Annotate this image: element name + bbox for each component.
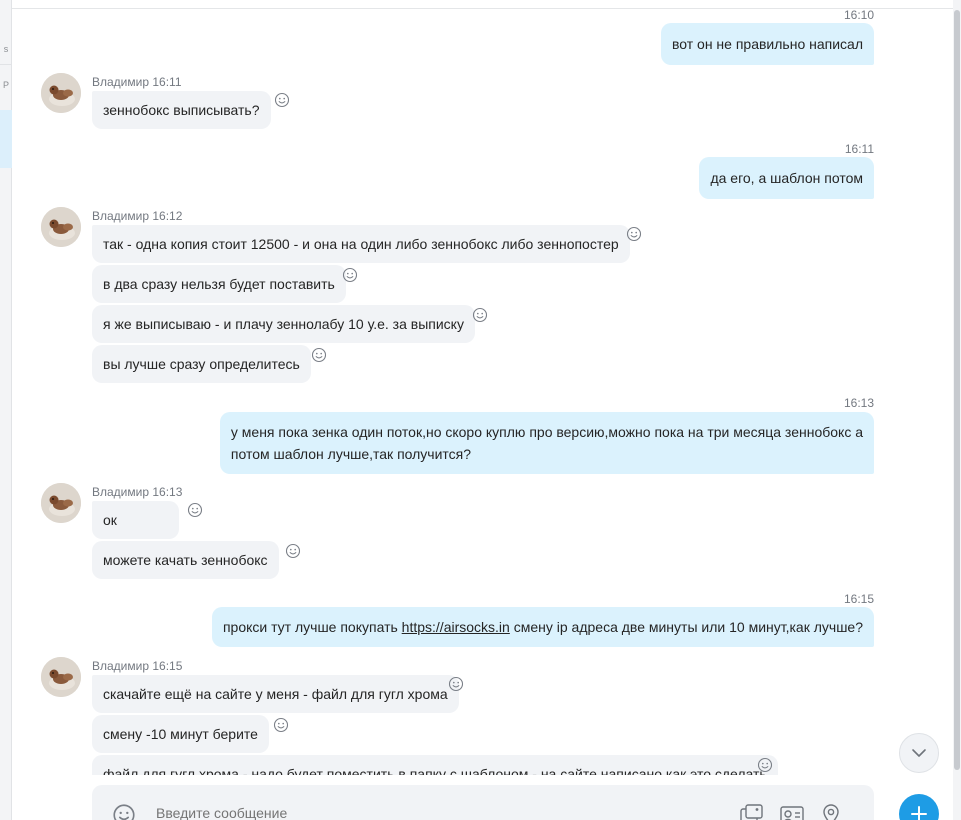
message-sender-line: Владимир 16:13: [92, 485, 182, 499]
message-sender-line: Владимир 16:15: [92, 659, 182, 673]
message-text-part: смену ip адреса две минуты или 10 минут,…: [509, 619, 863, 635]
incoming-message[interactable]: ок: [92, 501, 179, 539]
outgoing-message[interactable]: вот он не правильно написал: [660, 23, 874, 65]
message-timestamp: 16:13: [843, 396, 874, 410]
incoming-message[interactable]: зеннобокс выписывать?: [92, 91, 271, 129]
sender-name: Владимир: [92, 209, 150, 223]
sender-name: Владимир: [92, 485, 150, 499]
message-text: скачайте ещё на сайте у меня - файл для …: [103, 686, 448, 702]
scroll-to-bottom-button[interactable]: [899, 733, 939, 773]
sidebar-partial-text: s: [3, 44, 9, 54]
sidebar-divider: [0, 64, 12, 65]
avatar[interactable]: [41, 207, 81, 247]
contact-avatar-icon: [41, 657, 81, 697]
message-timestamp: 16:10: [843, 8, 874, 22]
message-text-line-1: у меня пока зенка один поток,но скоро ку…: [230, 424, 863, 440]
smile-icon[interactable]: [448, 676, 464, 692]
chevron-down-icon: [912, 749, 926, 757]
message-timestamp: 16:12: [152, 209, 183, 223]
plus-icon: [911, 806, 927, 820]
message-text: да его, а шаблон потом: [710, 170, 863, 186]
contacts-sidebar-edge: s P: [0, 0, 12, 820]
message-timestamp: 16:15: [843, 592, 874, 606]
message-text: смену -10 минут берите: [103, 726, 258, 742]
outgoing-message[interactable]: да его, а шаблон потом: [699, 157, 874, 199]
message-text: можете качать зеннобокс: [103, 552, 268, 568]
message-text: прокси тут лучше покупать https://airsoc…: [223, 616, 863, 638]
message-text: так - одна копия стоит 12500 - и она на …: [103, 236, 619, 252]
message-timestamp: 16:13: [152, 485, 183, 499]
sidebar-selected-item[interactable]: [0, 110, 12, 168]
message-text: в два сразу нельзя будет поставить: [103, 276, 335, 292]
message-text: вы лучше сразу определитесь: [103, 356, 300, 372]
message-input[interactable]: [156, 805, 716, 820]
smile-icon[interactable]: [342, 267, 358, 283]
message-composer[interactable]: [92, 785, 874, 820]
outgoing-message[interactable]: у меня пока зенка один поток,но скоро ку…: [219, 412, 874, 474]
chat-scrollbar[interactable]: [953, 0, 961, 820]
message-text-part: прокси тут лучше покупать: [222, 619, 402, 635]
contact-avatar-icon: [41, 73, 81, 113]
message-text: файл для гугл хрома - надо будет помести…: [103, 766, 767, 775]
sender-name: Владимир: [92, 75, 150, 89]
add-button[interactable]: [899, 794, 939, 820]
media-gallery-icon[interactable]: [738, 803, 764, 820]
incoming-message[interactable]: можете качать зеннобокс: [92, 541, 279, 579]
smile-icon[interactable]: [472, 307, 488, 323]
incoming-message[interactable]: я же выписываю - и плачу зеннолабу 10 у.…: [92, 305, 475, 343]
message-text: ок: [103, 512, 117, 528]
message-text: я же выписываю - и плачу зеннолабу 10 у.…: [103, 316, 464, 332]
incoming-message[interactable]: так - одна копия стоит 12500 - и она на …: [92, 225, 630, 263]
smile-icon[interactable]: [274, 92, 290, 108]
smile-icon[interactable]: [285, 543, 301, 559]
message-timestamp: 16:11: [152, 75, 182, 89]
message-sender-line: Владимир 16:12: [92, 209, 182, 223]
smile-icon[interactable]: [626, 226, 642, 242]
avatar[interactable]: [41, 483, 81, 523]
message-text: вот он не правильно написал: [671, 36, 863, 52]
smile-icon[interactable]: [757, 757, 773, 773]
smile-icon[interactable]: [187, 502, 203, 518]
message-timestamp: 16:11: [844, 142, 874, 156]
contact-card-icon[interactable]: [779, 803, 805, 820]
outgoing-message[interactable]: прокси тут лучше покупать https://airsoc…: [211, 607, 874, 647]
smile-icon[interactable]: [311, 347, 327, 363]
chat-message-list[interactable]: 16:10 вот он не правильно написал Владим…: [12, 0, 953, 775]
message-text-line-2: потом шаблон лучше,так получится?: [230, 446, 472, 462]
message-timestamp: 16:15: [152, 659, 183, 673]
avatar[interactable]: [41, 657, 81, 697]
contact-avatar-icon: [41, 207, 81, 247]
smile-icon[interactable]: [273, 717, 289, 733]
location-pin-icon[interactable]: [820, 803, 842, 820]
sender-name: Владимир: [92, 659, 150, 673]
incoming-message[interactable]: вы лучше сразу определитесь: [92, 345, 311, 383]
incoming-message[interactable]: смену -10 минут берите: [92, 715, 269, 753]
sidebar-partial-icon: P: [2, 80, 9, 90]
scrollbar-thumb[interactable]: [954, 10, 960, 770]
contact-avatar-icon: [41, 483, 81, 523]
avatar[interactable]: [41, 73, 81, 113]
smile-icon[interactable]: [112, 803, 136, 820]
message-sender-line: Владимир 16:11: [92, 75, 182, 89]
message-text: зеннобокс выписывать?: [103, 102, 260, 118]
incoming-message[interactable]: файл для гугл хрома - надо будет помести…: [92, 755, 778, 775]
incoming-message[interactable]: в два сразу нельзя будет поставить: [92, 265, 346, 303]
message-link[interactable]: https://airsocks.in: [402, 619, 510, 635]
incoming-message[interactable]: скачайте ещё на сайте у меня - файл для …: [92, 675, 459, 713]
